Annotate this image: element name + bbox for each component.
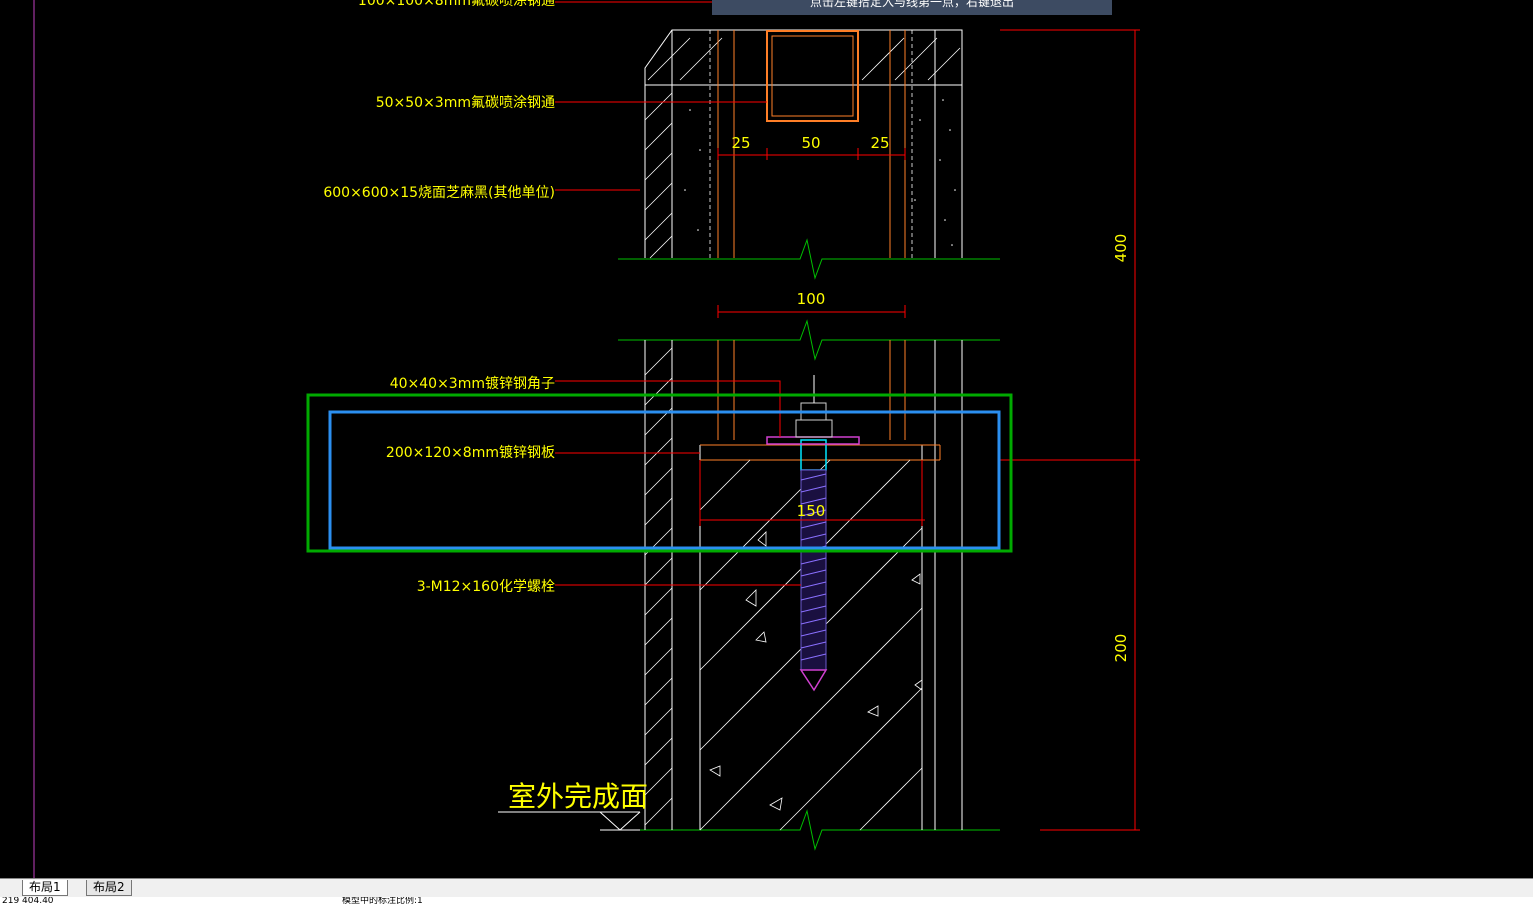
dim-50[interactable]: 50 xyxy=(801,134,820,152)
cad-drawing-canvas[interactable]: 100×100×8mm氟碳喷涂钢通 50×50×3mm氟碳喷涂钢通 600×60… xyxy=(0,0,1533,878)
layout-tab-bar: 布局1 布局2 xyxy=(0,878,1533,897)
label-top-tube[interactable]: 100×100×8mm氟碳喷涂钢通 xyxy=(358,0,555,9)
leader-lines xyxy=(555,1,1140,831)
floor-level-marker xyxy=(498,811,641,831)
selection-box-outer[interactable] xyxy=(306,393,1013,553)
label-angle-steel[interactable]: 40×40×3mm镀锌钢角子 xyxy=(390,375,555,392)
label-chemical-bolt[interactable]: 3-M12×160化学螺栓 xyxy=(417,579,555,595)
selection-box-inner[interactable] xyxy=(328,410,1001,550)
dim-200[interactable]: 200 xyxy=(1112,634,1130,663)
dim-25-left[interactable]: 25 xyxy=(731,134,750,152)
label-tube-50[interactable]: 50×50×3mm氟碳喷涂钢通 xyxy=(376,95,555,111)
label-stone-cladding[interactable]: 600×600×15烧面芝麻黑(其他单位) xyxy=(323,185,555,201)
command-tooltip: 点击左键拾定入与线第一点，右键退出 xyxy=(712,0,1112,15)
label-floor-level[interactable]: 室外完成面 xyxy=(508,780,648,813)
cad-drawing[interactable]: 100×100×8mm氟碳喷涂钢通 50×50×3mm氟碳喷涂钢通 600×60… xyxy=(0,0,1533,878)
label-steel-plate[interactable]: 200×120×8mm镀锌钢板 xyxy=(386,444,555,461)
status-coordinates: 219 404.40 xyxy=(2,897,54,906)
upper-section xyxy=(618,29,1000,280)
dim-25-right[interactable]: 25 xyxy=(870,134,889,152)
status-command: 模型中的标注比例:1 xyxy=(342,897,423,906)
dim-400[interactable]: 400 xyxy=(1112,234,1130,263)
dim-100[interactable]: 100 xyxy=(797,290,826,308)
tab-layout-2[interactable]: 布局2 xyxy=(86,880,132,896)
tab-layout-1[interactable]: 布局1 xyxy=(22,880,68,896)
status-bar: 219 404.40 模型中的标注比例:1 xyxy=(0,897,1533,907)
dim-150[interactable]: 150 xyxy=(797,502,826,520)
